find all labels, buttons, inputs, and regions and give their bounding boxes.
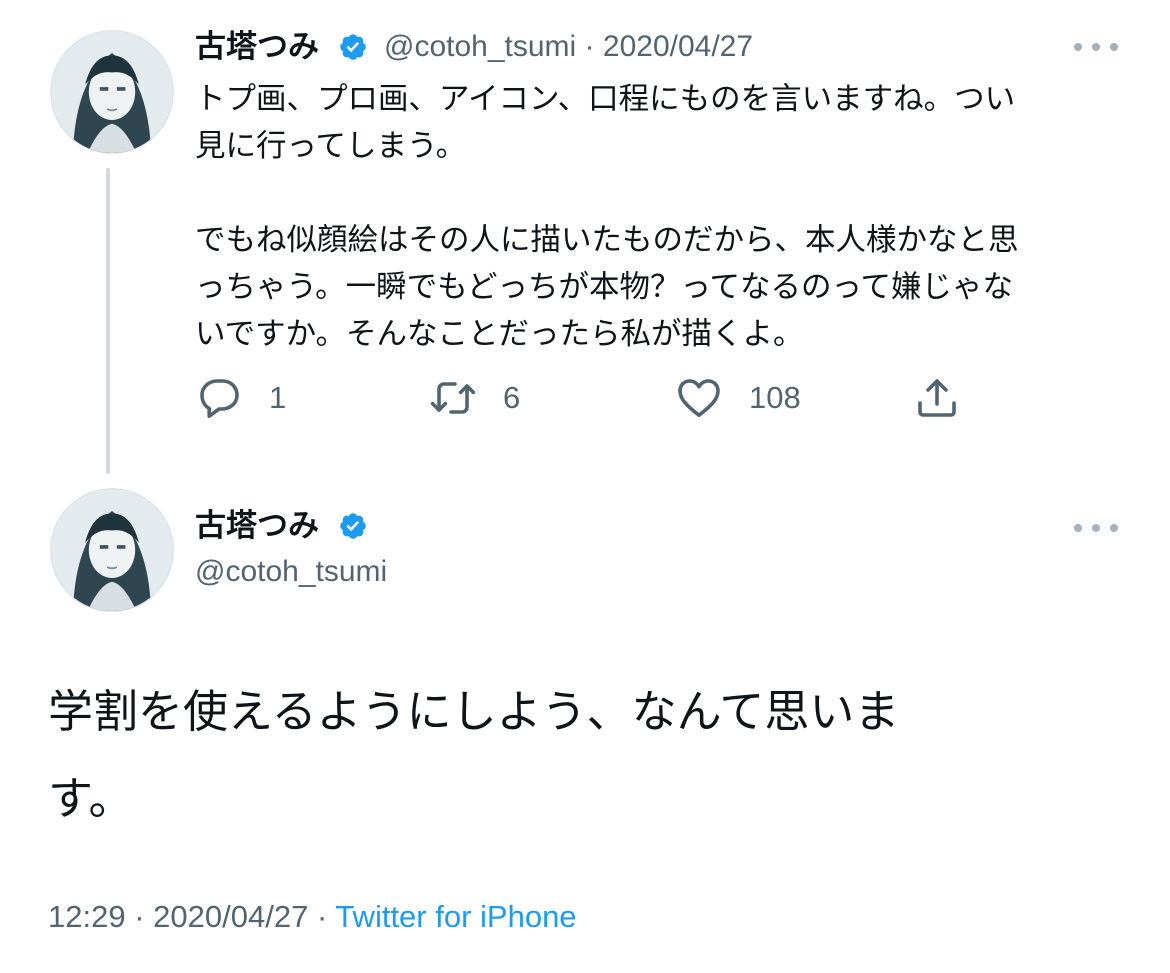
reply-tweet-text: トプ画、プロ画、アイコン、口程にものを言いますね。つい 見に行ってしまう。 でも… — [195, 82, 1019, 352]
reply-count: 1 — [269, 380, 287, 415]
reply-meta: @cotoh_tsumi · 2020/04/27 — [384, 28, 753, 66]
main-display-name[interactable]: 古塔つみ — [195, 507, 319, 545]
thread-connector-line — [106, 168, 110, 474]
meta-separator: · — [584, 30, 595, 63]
reply-handle[interactable]: @cotoh_tsumi — [384, 30, 576, 63]
user-avatar-icon — [51, 31, 173, 153]
more-options-icon[interactable] — [1074, 522, 1118, 534]
verified-badge-icon — [340, 34, 366, 60]
like-button[interactable]: 108 — [675, 372, 801, 424]
main-avatar[interactable] — [50, 488, 174, 612]
reply-date[interactable]: 2020/04/27 — [603, 30, 753, 63]
more-options-icon[interactable] — [1074, 41, 1118, 53]
tweet-time[interactable]: 12:29 — [48, 899, 126, 934]
share-icon — [918, 379, 956, 417]
main-tweet-text: 学割を使えるようにしよう、なんて思いま す。 — [48, 685, 900, 825]
footer-separator: · — [316, 899, 328, 934]
retweet-button[interactable]: 6 — [429, 372, 520, 424]
retweet-count: 6 — [503, 380, 521, 415]
reply-avatar[interactable] — [50, 30, 174, 154]
reply-display-name[interactable]: 古塔つみ — [195, 28, 319, 66]
footer-separator: · — [134, 899, 145, 934]
like-count: 108 — [749, 380, 801, 415]
like-heart-icon — [678, 379, 720, 417]
reply-button[interactable]: 1 — [195, 372, 286, 424]
tweet-date[interactable]: 2020/04/27 — [153, 899, 308, 934]
retweet-icon — [430, 382, 476, 414]
user-avatar-icon — [51, 489, 173, 611]
main-handle[interactable]: @cotoh_tsumi — [195, 553, 387, 591]
reply-icon — [200, 379, 239, 418]
tweet-footer: 12:29 · 2020/04/27 · Twitter for iPhone — [48, 897, 577, 937]
verified-badge-icon — [340, 513, 366, 539]
share-button[interactable] — [913, 372, 961, 424]
tweet-source-link[interactable]: Twitter for iPhone — [335, 899, 576, 934]
